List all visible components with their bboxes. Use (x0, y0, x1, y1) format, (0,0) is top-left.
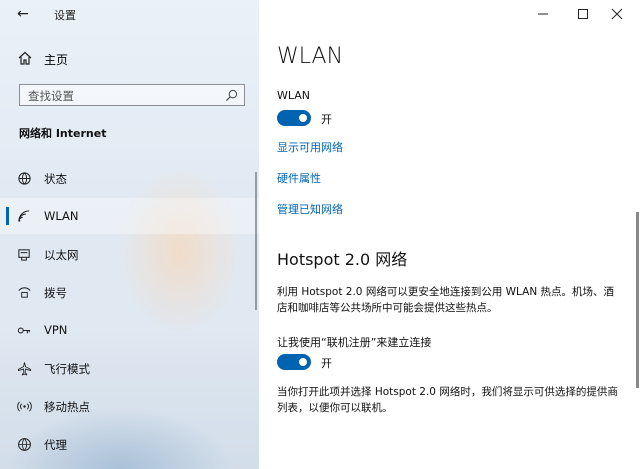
signup-toggle[interactable] (277, 354, 311, 370)
manage-known-networks-link[interactable]: 管理已知网络 (277, 201, 343, 217)
sidebar-item-proxy[interactable]: 代理 (0, 426, 259, 462)
sidebar-item-label: WLAN (44, 209, 79, 223)
sidebar-item-label: 状态 (44, 172, 67, 186)
sidebar-item-hotspot[interactable]: 移动热点 (0, 388, 259, 424)
app-title: 设置 (54, 9, 76, 22)
minimize-button[interactable] (529, 2, 557, 26)
sidebar-item-dialup[interactable]: 拨号 (0, 274, 259, 310)
back-button[interactable]: ← (17, 6, 29, 22)
maximize-button[interactable] (569, 2, 597, 26)
wlan-label: WLAN (277, 89, 311, 102)
sidebar-item-label: 移动热点 (44, 400, 90, 414)
vpn-icon (17, 327, 31, 334)
sidebar-item-label: 代理 (44, 438, 67, 452)
airplane-icon (17, 362, 32, 376)
wlan-toggle[interactable] (277, 110, 311, 126)
hotspot-icon (17, 401, 32, 412)
page-title: WLAN (277, 44, 344, 69)
wifi-icon (18, 210, 30, 222)
home-icon (18, 51, 32, 65)
sidebar-item-status[interactable]: 状态 (0, 160, 259, 196)
sidebar-home-label: 主页 (44, 53, 69, 67)
section-title: 网络和 Internet (19, 127, 107, 140)
close-button[interactable] (603, 2, 631, 26)
search-icon (225, 89, 238, 102)
signup-toggle-state: 开 (321, 357, 332, 370)
sidebar-item-label: 飞行模式 (44, 362, 90, 376)
hardware-properties-link[interactable]: 硬件属性 (277, 170, 321, 186)
search-input[interactable]: 查找设置 (19, 84, 245, 106)
main-content: WLAN WLAN 开 显示可用网络 硬件属性 管理已知网络 Hotspot 2… (259, 0, 640, 469)
sidebar: ← 设置 主页 查找设置 网络和 Internet 状态 WLAN 以太网 拨号… (0, 0, 259, 469)
wlan-toggle-state: 开 (321, 113, 332, 126)
sidebar-item-label: VPN (44, 323, 68, 337)
globe-icon (18, 438, 31, 451)
hotspot-section-title: Hotspot 2.0 网络 (277, 250, 408, 269)
sidebar-item-vpn[interactable]: VPN (0, 312, 259, 348)
sidebar-item-label: 拨号 (44, 286, 67, 300)
status-icon (18, 172, 31, 185)
sidebar-item-ethernet[interactable]: 以太网 (0, 236, 259, 272)
ethernet-icon (18, 249, 30, 261)
signup-description: 当你打开此项并选择 Hotspot 2.0 网络时，我们将显示可供选择的提供商列… (277, 386, 618, 414)
search-placeholder: 查找设置 (28, 89, 74, 103)
sidebar-item-airplane[interactable]: 飞行模式 (0, 350, 259, 386)
show-available-networks-link[interactable]: 显示可用网络 (277, 139, 343, 155)
sidebar-item-label: 以太网 (44, 248, 79, 262)
sidebar-item-wlan[interactable]: WLAN (0, 198, 259, 234)
hotspot-description: 利用 Hotspot 2.0 网络可以更安全地连接到公用 WLAN 热点。机场、… (277, 286, 615, 314)
sidebar-scrollbar[interactable] (255, 172, 257, 310)
signup-label: 让我使用“联机注册”来建立连接 (277, 336, 432, 349)
dialup-icon (18, 287, 31, 298)
sidebar-home[interactable]: 主页 (0, 44, 259, 74)
main-scrollbar[interactable] (636, 212, 639, 388)
